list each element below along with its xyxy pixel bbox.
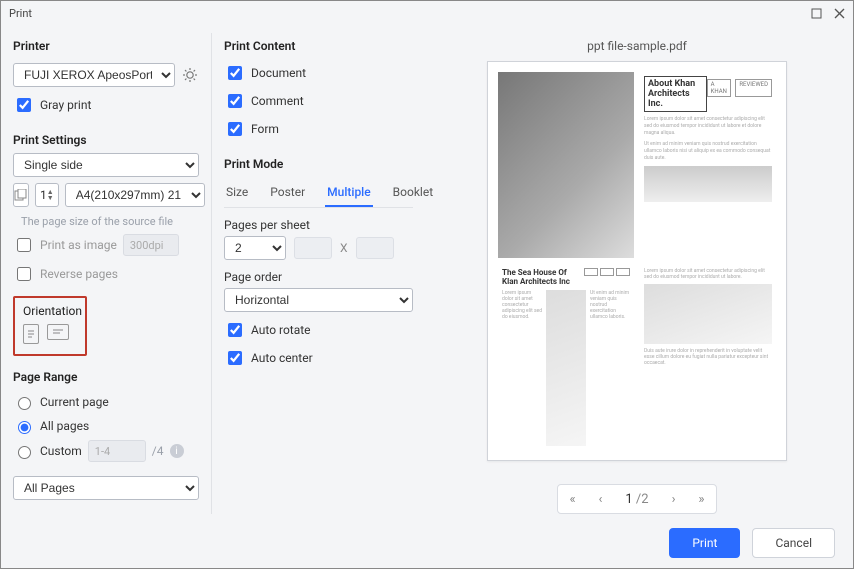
preview-filename: ppt file-sample.pdf: [587, 39, 687, 53]
printer-section-title: Printer: [13, 39, 199, 53]
pps-cols-input: [294, 237, 332, 259]
print-mode-section-title: Print Mode: [224, 157, 413, 171]
preview-sheet: About Khan Architects Inc. A KHANREVIEWE…: [487, 61, 787, 461]
print-as-image-input[interactable]: [17, 238, 31, 252]
cancel-button[interactable]: Cancel: [752, 528, 835, 558]
auto-center-checkbox[interactable]: Auto center: [224, 348, 413, 368]
auto-rotate-checkbox[interactable]: Auto rotate: [224, 320, 413, 340]
pager-next-button[interactable]: ›: [672, 492, 676, 507]
content-form-checkbox[interactable]: Form: [224, 119, 413, 139]
content-document-checkbox[interactable]: Document: [224, 63, 413, 83]
printer-select[interactable]: FUJI XEROX ApeosPort-VI C3370: [13, 63, 175, 87]
gray-print-input[interactable]: [17, 98, 31, 112]
reverse-pages-input[interactable]: [17, 267, 31, 281]
content-comment-checkbox[interactable]: Comment: [224, 91, 413, 111]
all-pages-radio[interactable]: All pages: [13, 418, 199, 434]
pager-first-button[interactable]: «: [569, 492, 575, 507]
orientation-section-title: Orientation: [23, 304, 77, 318]
preview-page-2: About Khan Architects Inc. A KHANREVIEWE…: [640, 72, 776, 258]
orientation-landscape-button[interactable]: [47, 324, 69, 340]
preview-page-3: The Sea House Of Klan Architects Inc Lor…: [498, 264, 634, 450]
print-settings-section-title: Print Settings: [13, 133, 199, 147]
titlebar: Print: [1, 1, 853, 25]
page-range-section-title: Page Range: [13, 370, 199, 384]
source-size-note: The page size of the source file: [21, 215, 199, 228]
pps-rows-input: [356, 237, 394, 259]
paper-size-select[interactable]: A4(210x297mm) 21: [65, 183, 205, 207]
preview-area: About Khan Architects Inc. A KHANREVIEWE…: [441, 61, 833, 474]
copies-stepper[interactable]: 1 ▲▼: [35, 183, 59, 207]
page-order-label: Page order: [224, 270, 413, 284]
print-button[interactable]: Print: [669, 528, 740, 558]
close-icon[interactable]: [834, 8, 845, 19]
tab-multiple[interactable]: Multiple: [325, 181, 373, 207]
window-title: Print: [9, 7, 32, 20]
pps-x-label: X: [340, 241, 348, 255]
collate-icon[interactable]: [13, 183, 29, 207]
custom-range-input: 1-4: [88, 440, 146, 462]
pager-last-button[interactable]: »: [698, 492, 704, 507]
custom-range-total: /4: [152, 444, 164, 458]
tab-poster[interactable]: Poster: [268, 181, 307, 207]
pager-position: 1 /2: [625, 492, 648, 507]
print-mode-tabs: Size Poster Multiple Booklet: [224, 181, 413, 208]
page-order-select[interactable]: Horizontal: [224, 288, 413, 312]
maximize-icon[interactable]: [811, 8, 822, 19]
dpi-field: 300dpi: [123, 234, 179, 256]
preview-pager: « ‹ 1 /2 › »: [557, 484, 717, 514]
pager-prev-button[interactable]: ‹: [599, 492, 603, 507]
preview-page-4: Lorem ipsum dolor sit amet consectetur a…: [640, 264, 776, 450]
page-subset-select[interactable]: All Pages: [13, 476, 199, 500]
pages-per-sheet-select[interactable]: 2: [224, 236, 286, 260]
duplex-select[interactable]: Single side: [13, 153, 199, 177]
print-content-section-title: Print Content: [224, 39, 413, 53]
print-as-image-checkbox[interactable]: Print as image: [13, 235, 117, 255]
printer-properties-button[interactable]: [181, 66, 199, 84]
orientation-group: Orientation: [13, 296, 87, 356]
tab-size[interactable]: Size: [224, 181, 250, 207]
dialog-footer: Print Cancel: [1, 518, 853, 568]
pages-per-sheet-label: Pages per sheet: [224, 218, 413, 232]
preview-page-1: [498, 72, 634, 258]
gray-print-checkbox[interactable]: Gray print: [13, 95, 199, 115]
print-dialog: Print Printer FUJI XEROX ApeosPort-VI C3…: [0, 0, 854, 569]
current-page-radio[interactable]: Current page: [13, 394, 199, 410]
custom-range-radio[interactable]: Custom: [13, 443, 82, 459]
orientation-portrait-button[interactable]: [23, 324, 39, 344]
reverse-pages-checkbox[interactable]: Reverse pages: [13, 264, 199, 284]
info-icon[interactable]: i: [170, 444, 184, 458]
